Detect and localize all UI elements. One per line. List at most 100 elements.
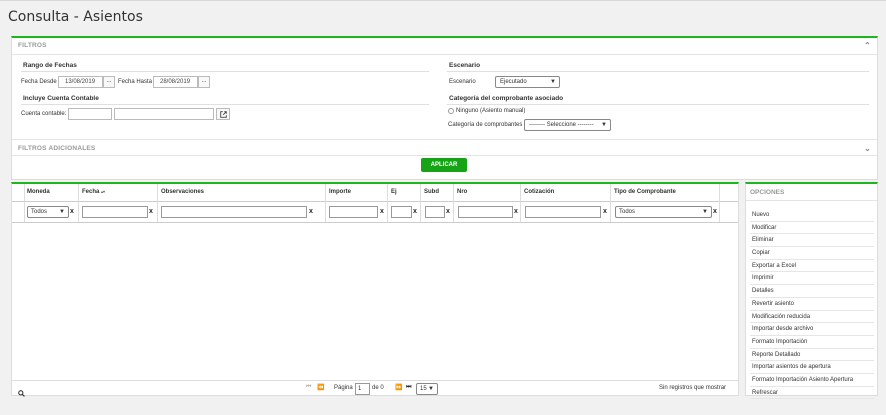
clear-ej-filter[interactable]: x <box>413 208 417 215</box>
pager: ⏮ ⏪ Página 1 de 0 ⏩ ⏭ 15 ▼ Sin registros… <box>12 380 738 397</box>
column-header-importe[interactable]: Importe <box>329 189 351 195</box>
filter-row: Todos ▼ x x x x x x x x Todos ▼ x <box>12 202 738 223</box>
manual-entry-label: Ninguno (Asiento manual) <box>456 108 526 114</box>
filters-header[interactable]: FILTROS ⌃ <box>12 38 877 54</box>
caret-down-icon: ▼ <box>702 209 708 215</box>
first-page-icon[interactable]: ⏮ <box>306 384 311 391</box>
option-formato-importacion[interactable]: Formato Importación <box>750 336 874 349</box>
clear-moneda-filter[interactable]: x <box>70 208 74 215</box>
date-range-title: Rango de Fechas <box>23 62 77 69</box>
empty-records-message: Sin registros que mostrar <box>659 385 727 391</box>
option-importar-archivo[interactable]: Importar desde archivo <box>750 323 874 336</box>
tipo-comprobante-filter-select[interactable]: Todos ▼ <box>615 206 712 218</box>
option-revertir-asiento[interactable]: Revertir asiento <box>750 298 874 311</box>
scenario-label: Escenario <box>449 79 476 85</box>
voucher-category-select-value: -------- Seleccione -------- <box>529 122 594 128</box>
divider <box>12 155 877 156</box>
clear-nro-filter[interactable]: x <box>514 208 518 215</box>
clear-fecha-filter[interactable]: x <box>149 208 153 215</box>
moneda-filter-select[interactable]: Todos ▼ <box>27 206 69 218</box>
options-title: OPCIONES <box>750 189 785 196</box>
scenario-select[interactable]: Ejecutado ▼ <box>495 76 560 88</box>
next-page-icon[interactable]: ⏩ <box>395 384 402 391</box>
column-header-fecha-label: Fecha <box>82 189 100 195</box>
option-exportar-excel[interactable]: Exportar a Excel <box>750 260 874 273</box>
page-size-value: 15 <box>420 386 427 392</box>
top-border <box>0 0 886 1</box>
divider <box>21 104 429 105</box>
observaciones-filter-input[interactable] <box>161 206 307 218</box>
clear-observaciones-filter[interactable]: x <box>309 208 313 215</box>
column-header-nro[interactable]: Nro <box>457 189 467 195</box>
page-count-label: de 0 <box>372 385 384 391</box>
manual-entry-radio[interactable] <box>448 108 454 114</box>
additional-filters-label: FILTROS ADICIONALES <box>18 145 96 152</box>
date-from-input[interactable]: 13/08/2019 <box>58 76 103 88</box>
column-header-ej[interactable]: Ej <box>391 189 397 195</box>
previous-page-icon[interactable]: ⏪ <box>317 384 324 391</box>
column-header-observaciones[interactable]: Observaciones <box>161 189 204 195</box>
page-number-input[interactable]: 1 <box>355 383 370 395</box>
column-header-cotizacion[interactable]: Cotización <box>524 189 554 195</box>
account-code-input[interactable] <box>68 108 112 120</box>
option-copiar[interactable]: Copiar <box>750 247 874 260</box>
voucher-category-select[interactable]: -------- Seleccione -------- ▼ <box>524 119 611 131</box>
account-label: Cuenta contable: <box>21 111 67 117</box>
page-size-select[interactable]: 15 ▼ <box>416 383 438 395</box>
apply-button[interactable]: APLICAR <box>421 158 467 172</box>
filters-header-label: FILTROS <box>18 42 47 49</box>
options-panel: OPCIONES Nuevo Modificar Eliminar Copiar… <box>745 182 878 400</box>
clear-subd-filter[interactable]: x <box>446 208 450 215</box>
page-label: Página <box>334 385 353 391</box>
column-header-moneda[interactable]: Moneda <box>27 189 50 195</box>
external-link-icon[interactable] <box>216 108 230 120</box>
option-formato-importacion-apertura[interactable]: Formato Importación Asiento Apertura <box>750 374 874 387</box>
date-from-label: Fecha Desde <box>21 79 57 85</box>
chevron-up-icon[interactable]: ⌃ <box>864 38 871 54</box>
voucher-category-title: Categoría del comprobante asociado <box>449 95 564 102</box>
divider <box>447 104 869 105</box>
column-header-fecha[interactable]: Fecha ▴▾ <box>82 189 105 195</box>
divider <box>12 54 877 55</box>
clear-tipo-comprobante-filter[interactable]: x <box>713 208 717 215</box>
voucher-category-label: Categoría de comprobantes <box>448 122 523 128</box>
ej-filter-input[interactable] <box>391 206 412 218</box>
importe-filter-input[interactable] <box>329 206 378 218</box>
last-page-icon[interactable]: ⏭ <box>406 384 411 391</box>
option-modificacion-reducida[interactable]: Modificación reducida <box>750 311 874 324</box>
date-from-picker-button[interactable]: ... <box>103 76 115 88</box>
cotizacion-filter-input[interactable] <box>525 206 601 218</box>
sort-icon: ▴▾ <box>101 189 106 194</box>
fecha-filter-input[interactable] <box>82 206 148 218</box>
option-importar-asientos-apertura[interactable]: Importar asientos de apertura <box>750 361 874 374</box>
moneda-filter-value: Todos <box>31 209 48 215</box>
option-modificar[interactable]: Modificar <box>750 222 874 235</box>
option-refrescar[interactable]: Refrescar <box>750 387 874 400</box>
scenario-select-value: Ejecutado <box>500 79 527 85</box>
divider <box>12 139 877 140</box>
search-icon[interactable] <box>18 384 25 402</box>
option-eliminar[interactable]: Eliminar <box>750 234 874 248</box>
results-grid: Moneda Fecha ▴▾ Observaciones Importe Ej… <box>11 182 739 397</box>
column-header-tipo-comprobante[interactable]: Tipo de Comprobante <box>614 189 676 195</box>
clear-importe-filter[interactable]: x <box>380 208 384 215</box>
subd-filter-input[interactable] <box>425 206 445 218</box>
option-reporte-detallado[interactable]: Reporte Detallado <box>750 349 874 362</box>
page-title: Consulta - Asientos <box>8 9 143 25</box>
option-detalles[interactable]: Detalles <box>750 285 874 298</box>
date-to-picker-button[interactable]: ... <box>198 76 210 88</box>
column-header-subd[interactable]: Subd <box>424 189 439 195</box>
date-to-label: Fecha Hasta <box>118 79 153 85</box>
divider <box>21 71 429 72</box>
nro-filter-input[interactable] <box>458 206 513 218</box>
clear-cotizacion-filter[interactable]: x <box>603 208 607 215</box>
caret-down-icon: ▼ <box>601 122 607 128</box>
date-to-input[interactable]: 28/08/2019 <box>153 76 198 88</box>
scenario-title: Escenario <box>449 62 481 69</box>
account-name-input[interactable] <box>114 108 214 120</box>
divider <box>746 200 877 201</box>
option-nuevo[interactable]: Nuevo <box>750 209 874 222</box>
caret-down-icon: ▼ <box>550 79 556 85</box>
option-imprimir[interactable]: Imprimir <box>750 272 874 286</box>
tipo-comprobante-filter-value: Todos <box>619 209 636 215</box>
